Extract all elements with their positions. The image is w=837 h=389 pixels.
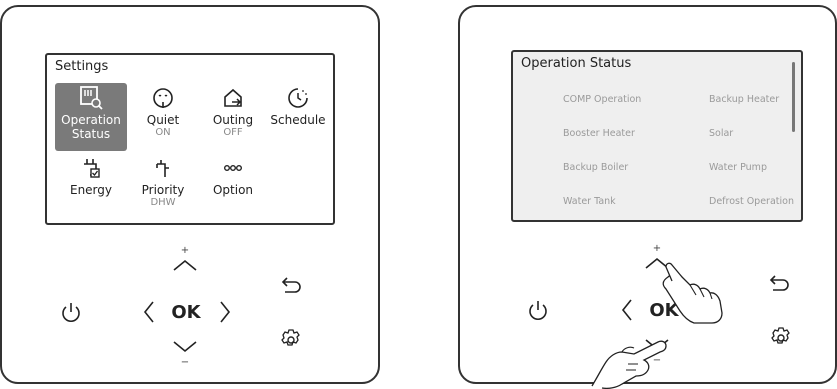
- power-icon: [62, 303, 80, 322]
- settings-button[interactable]: [766, 323, 796, 353]
- settings-button[interactable]: [276, 325, 306, 355]
- gear-icon: [281, 329, 300, 346]
- priority-icon: [127, 153, 199, 183]
- chevron-up-icon: [173, 259, 197, 271]
- right-button[interactable]: [214, 299, 236, 325]
- list-item[interactable]: Defrost Operation: [709, 196, 794, 207]
- left-button[interactable]: [138, 299, 160, 325]
- outing-icon: [197, 83, 269, 113]
- controller-panel-left: Settings Operation Status Quiet ON Outin…: [0, 5, 380, 384]
- list-item[interactable]: Backup Boiler: [563, 162, 628, 173]
- option-icon: [197, 153, 269, 183]
- plus-indicator: +: [180, 244, 190, 256]
- tile-label: Operation Status: [61, 113, 121, 141]
- power-icon: [529, 301, 547, 320]
- pointing-hand-lower-icon: [591, 340, 667, 389]
- tile-label: Schedule: [270, 113, 326, 127]
- back-arrow-icon: [281, 277, 301, 293]
- left-button[interactable]: [616, 297, 638, 323]
- chevron-left-icon: [143, 301, 154, 323]
- tile-label: Quiet: [146, 113, 180, 127]
- list-item[interactable]: COMP Operation: [563, 94, 641, 105]
- tile-label: Outing: [212, 113, 254, 127]
- tile-label: Option: [212, 183, 254, 197]
- tile-outing[interactable]: Outing OFF: [197, 83, 269, 151]
- tile-option[interactable]: Option: [197, 153, 269, 219]
- tile-quiet[interactable]: Quiet ON: [127, 83, 199, 151]
- tile-status: DHW: [150, 197, 176, 208]
- tile-priority[interactable]: Priority DHW: [127, 153, 199, 219]
- chevron-right-icon: [220, 301, 231, 323]
- minus-indicator: −: [180, 356, 190, 368]
- screen-title: Operation Status: [521, 56, 632, 71]
- back-button[interactable]: [276, 275, 306, 297]
- pointing-hand-upper-icon: [662, 262, 723, 324]
- tile-label: Energy: [69, 183, 112, 197]
- operation-status-icon: [55, 83, 127, 113]
- tile-label: Priority: [141, 183, 185, 197]
- power-button[interactable]: [56, 299, 86, 327]
- up-button[interactable]: [170, 255, 200, 275]
- quiet-icon: [127, 83, 199, 113]
- back-arrow-icon: [769, 275, 789, 291]
- power-button[interactable]: [523, 297, 553, 325]
- list-item[interactable]: Backup Heater: [709, 94, 779, 105]
- back-button[interactable]: [764, 273, 794, 295]
- down-button[interactable]: [170, 337, 200, 357]
- list-item[interactable]: Solar: [709, 128, 733, 139]
- tile-schedule[interactable]: Schedule: [262, 83, 334, 151]
- list-item[interactable]: Booster Heater: [563, 128, 635, 139]
- tile-status: ON: [155, 127, 171, 138]
- chevron-down-icon: [173, 341, 197, 353]
- list-item[interactable]: Water Tank: [563, 196, 616, 207]
- tile-operation-status[interactable]: Operation Status: [55, 83, 127, 151]
- list-item[interactable]: Water Pump: [709, 162, 767, 173]
- settings-screen: Settings Operation Status Quiet ON Outin…: [45, 53, 335, 225]
- plus-indicator: +: [652, 242, 662, 254]
- screen-title: Settings: [55, 59, 109, 74]
- schedule-icon: [262, 83, 334, 113]
- ok-button[interactable]: OK: [168, 299, 204, 325]
- tile-energy[interactable]: Energy: [55, 153, 127, 219]
- operation-status-screen: Operation Status COMP Operation Backup H…: [511, 50, 803, 222]
- gear-icon: [771, 327, 790, 344]
- chevron-left-icon: [621, 299, 632, 321]
- tile-status: OFF: [223, 127, 243, 138]
- energy-icon: [55, 153, 127, 183]
- scrollbar[interactable]: [792, 62, 795, 132]
